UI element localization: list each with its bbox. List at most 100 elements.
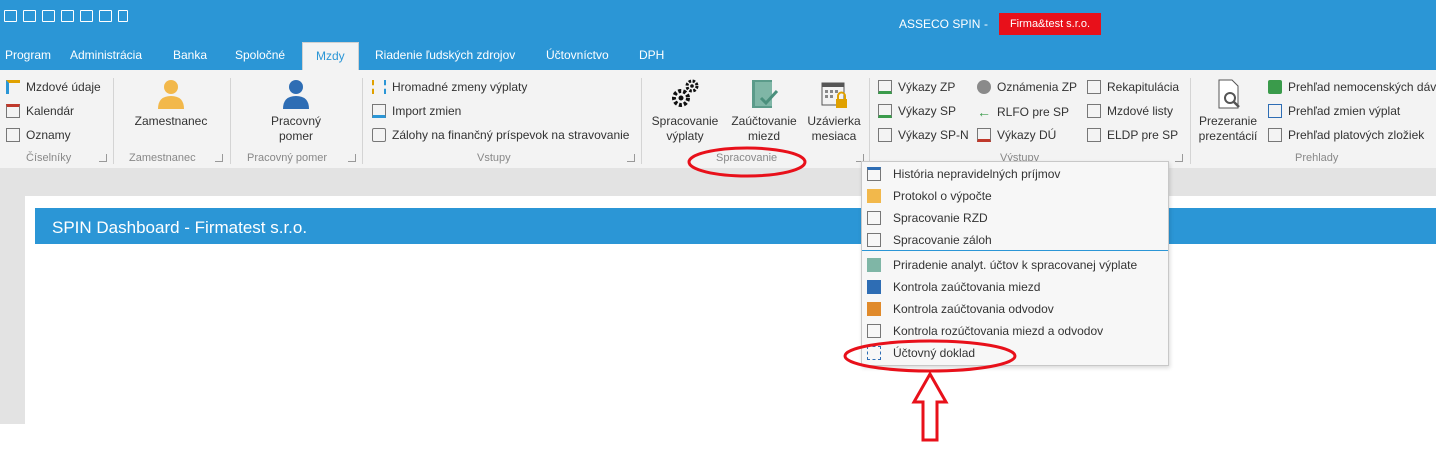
changes-overview-icon xyxy=(1268,104,1282,118)
employment-icon xyxy=(283,80,309,109)
advances-icon xyxy=(372,128,386,142)
prezeranie-prezentacii-button[interactable]: Prezeranie prezentácií xyxy=(1196,78,1260,144)
eldp-icon xyxy=(1087,128,1101,142)
spracovanie-vyplaty-button[interactable]: Spracovanie výplaty xyxy=(650,78,720,144)
prehlad-platovych-zloziek-button[interactable]: Prehľad platových zložiek xyxy=(1268,128,1424,142)
import-icon xyxy=(372,104,386,118)
zamestnanec-launcher-icon[interactable] xyxy=(215,154,223,162)
company-badge: Firma&test s.r.o. xyxy=(999,13,1101,35)
bulk-changes-icon xyxy=(372,80,386,94)
menu-divider xyxy=(862,250,1168,251)
check-allocation-icon xyxy=(867,324,881,338)
group-label-ciselniky: Číselníky xyxy=(26,152,72,164)
rlfo-pre-sp-button[interactable]: ← RLFO pre SP xyxy=(977,104,1069,120)
menu-item-uctovny-doklad[interactable]: Účtovný doklad xyxy=(867,343,975,363)
accounting-document-icon xyxy=(867,346,881,360)
group-divider xyxy=(1190,78,1191,164)
menu-banka[interactable]: Banka xyxy=(173,42,207,70)
medical-kit-icon xyxy=(1268,80,1282,94)
zalohy-stravovanie-button[interactable]: Zálohy na finančný príspevok na stravova… xyxy=(372,128,629,142)
vykazy-zp-button[interactable]: Výkazy ZP xyxy=(878,80,955,94)
wage-data-icon xyxy=(6,80,20,94)
ribbon: Mzdové údaje Kalendár Oznamy Číselníky Z… xyxy=(0,70,1436,169)
email-icon[interactable] xyxy=(61,10,74,22)
prehlad-zmien-vyplat-button[interactable]: Prehľad zmien výplat xyxy=(1268,104,1400,118)
report-sp-icon xyxy=(878,104,892,118)
kalendar-button[interactable]: Kalendár xyxy=(6,104,74,118)
vykazy-du-button[interactable]: Výkazy DÚ xyxy=(977,128,1056,142)
group-label-zamestnanec: Zamestnanec xyxy=(129,152,196,164)
pracovny-pomer-launcher-icon[interactable] xyxy=(348,154,356,162)
menu-item-kontrola-zauctovania-odvodov[interactable]: Kontrola zaúčtovania odvodov xyxy=(867,299,1054,319)
history-icon xyxy=(867,167,881,181)
dashboard-title: SPIN Dashboard - Firmatest s.r.o. xyxy=(52,218,308,237)
check-contributions-icon xyxy=(867,302,881,316)
menu-item-historia-nepravidelnych-prijmov[interactable]: História nepravidelných príjmov xyxy=(867,164,1060,184)
prehlad-nemocenskych-dav-button[interactable]: Prehľad nemocenských dáv xyxy=(1268,80,1436,94)
vystupy-launcher-icon[interactable] xyxy=(1175,154,1183,162)
group-label-pracovny-pomer: Pracovný pomer xyxy=(247,152,328,164)
menu-item-protokol-o-vypocte[interactable]: Protokol o výpočte xyxy=(867,186,992,206)
pracovny-pomer-button[interactable]: Pracovný pomer xyxy=(256,78,336,144)
menu-program[interactable]: Program xyxy=(5,42,51,70)
group-divider xyxy=(869,78,870,164)
rekapitulacia-button[interactable]: Rekapitulácia xyxy=(1087,80,1179,94)
eldp-pre-sp-button[interactable]: ELDP pre SP xyxy=(1087,128,1178,142)
title-separator: - xyxy=(984,17,988,31)
menu-item-spracovanie-rzd[interactable]: Spracovanie RZD xyxy=(867,208,988,228)
zamestnanec-button[interactable]: Zamestnanec xyxy=(126,78,216,129)
ciselniky-launcher-icon[interactable] xyxy=(99,154,107,162)
group-label-spracovanie: Spracovanie xyxy=(716,152,778,164)
menu-riadenie-ludskych-zdrojov[interactable]: Riadenie ľudských zdrojov xyxy=(375,42,515,70)
menu-uctovnictvo[interactable]: Účtovníctvo xyxy=(546,42,609,70)
quick-access-toolbar xyxy=(4,10,128,22)
recap-icon xyxy=(1087,80,1101,94)
employee-icon xyxy=(158,80,184,109)
hromadne-zmeny-vyplaty-button[interactable]: Hromadné zmeny výplaty xyxy=(372,80,527,94)
menu-administracia[interactable]: Administrácia xyxy=(70,42,142,70)
menu-item-priradenie-analyt-uctov[interactable]: Priradenie analyt. účtov k spracovanej v… xyxy=(867,255,1137,275)
mzdove-udaje-button[interactable]: Mzdové údaje xyxy=(6,80,101,94)
check-wages-icon xyxy=(867,280,881,294)
import-zmien-button[interactable]: Import zmien xyxy=(372,104,461,118)
app-title: ASSECO SPIN xyxy=(899,17,981,31)
zauctovanie-miezd-button[interactable]: Zaúčtovanie miezd xyxy=(728,78,800,144)
vykazy-sp-button[interactable]: Výkazy SP xyxy=(878,104,956,118)
menu-item-kontrola-zauctovania-miezd[interactable]: Kontrola zaúčtovania miezd xyxy=(867,277,1040,297)
menu-item-kontrola-rozuctovania[interactable]: Kontrola rozúčtovania miezd a odvodov xyxy=(867,321,1103,341)
wage-sheets-icon xyxy=(1087,104,1101,118)
excel-icon[interactable] xyxy=(23,10,36,22)
group-divider xyxy=(113,78,114,164)
vykazy-sp-n-button[interactable]: Výkazy SP-N xyxy=(878,128,969,142)
print-preview-icon[interactable] xyxy=(99,10,112,22)
document-search-icon xyxy=(1218,79,1240,109)
notices-icon xyxy=(6,128,20,142)
assign-accounts-icon xyxy=(867,258,881,272)
uzavierka-mesiaca-button[interactable]: Uzávierka mesiaca xyxy=(804,80,864,144)
protocol-icon xyxy=(867,189,881,203)
print-icon[interactable] xyxy=(80,10,93,22)
restore-icon[interactable] xyxy=(4,10,17,22)
ledger-check-icon xyxy=(752,80,779,108)
menu-mzdy[interactable]: Mzdy xyxy=(302,42,359,70)
pdf-export-icon[interactable] xyxy=(118,10,128,22)
menu-dph[interactable]: DPH xyxy=(639,42,664,70)
oznamenia-zp-button[interactable]: Oznámenia ZP xyxy=(977,80,1077,94)
oznamy-button[interactable]: Oznamy xyxy=(6,128,71,142)
gears-icon xyxy=(672,79,699,107)
mzdove-listy-button[interactable]: Mzdové listy xyxy=(1087,104,1173,118)
spracovanie-dropdown-menu: História nepravidelných príjmov Protokol… xyxy=(861,161,1169,366)
group-label-prehlady: Prehlady xyxy=(1295,152,1339,164)
title-bar: ASSECO SPIN - Firma&test s.r.o. xyxy=(0,0,1436,42)
process-advances-icon xyxy=(867,233,881,247)
group-label-vstupy: Vstupy xyxy=(477,152,511,164)
menu-spolocne[interactable]: Spoločné xyxy=(235,42,285,70)
arrow-left-icon: ← xyxy=(977,104,991,120)
menu-item-spracovanie-zaloh[interactable]: Spracovanie záloh xyxy=(867,230,992,250)
vstupy-launcher-icon[interactable] xyxy=(627,154,635,162)
calendar-icon xyxy=(6,104,20,118)
process-rzd-icon xyxy=(867,211,881,225)
salary-components-icon xyxy=(1268,128,1282,142)
image-export-icon[interactable] xyxy=(42,10,55,22)
report-du-icon xyxy=(977,128,991,142)
